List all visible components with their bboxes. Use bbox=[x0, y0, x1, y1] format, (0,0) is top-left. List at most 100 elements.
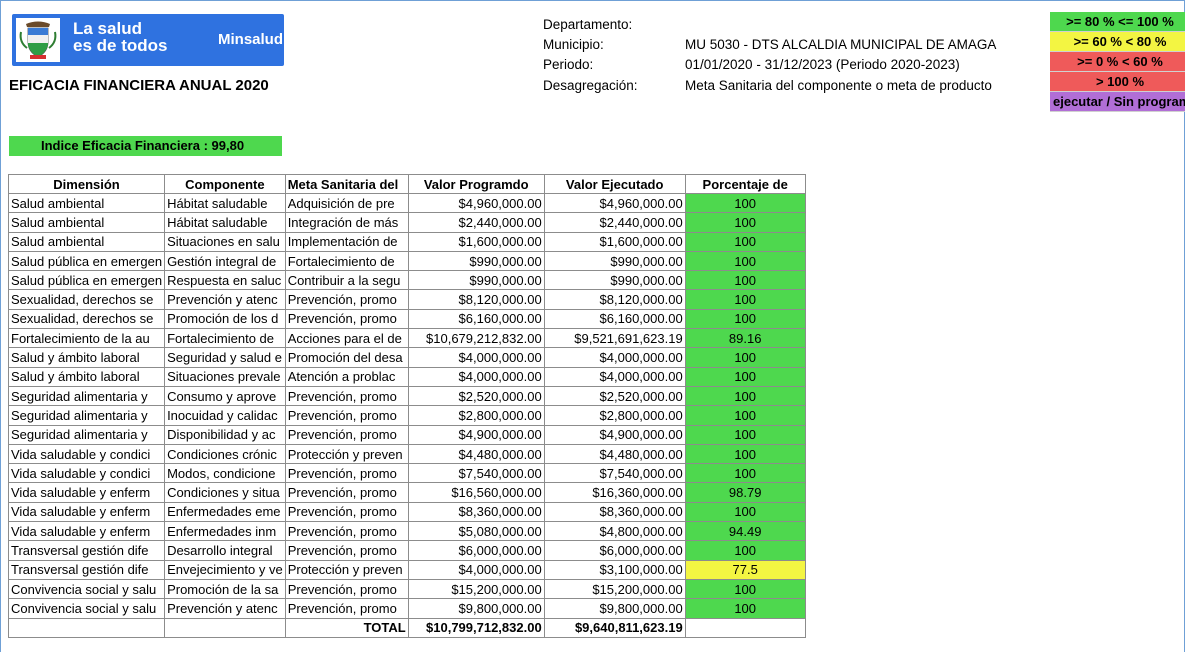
cell-componente: Respuesta en saluc bbox=[164, 270, 286, 291]
cell-componente: Situaciones prevale bbox=[164, 366, 286, 387]
cell-meta: Adquisición de pre bbox=[284, 192, 409, 214]
cell-valor-ejecutado: $6,000,000.00 bbox=[543, 540, 686, 561]
cell-componente: Desarrollo integral bbox=[164, 540, 286, 561]
cell-meta: Prevención, promo bbox=[284, 501, 409, 523]
cell-valor-ejecutado: $9,800,000.00 bbox=[543, 598, 686, 619]
cell-meta: Prevención, promo bbox=[284, 405, 409, 426]
cell-dimension: Salud y ámbito laboral bbox=[7, 366, 166, 387]
cell-meta: Acciones para el de bbox=[284, 328, 409, 349]
cell-componente: Disponibilidad y ac bbox=[164, 424, 286, 445]
total-empty-2 bbox=[164, 617, 286, 638]
cell-valor-programado: $4,000,000.00 bbox=[407, 347, 545, 368]
cell-meta: Prevención, promo bbox=[284, 424, 409, 445]
cell-porcentaje: 100 bbox=[684, 366, 806, 387]
cell-valor-ejecutado: $2,440,000.00 bbox=[543, 212, 686, 233]
cell-meta: Atención a problac bbox=[284, 366, 409, 387]
cell-valor-programado: $7,540,000.00 bbox=[407, 463, 545, 484]
colombia-coat-of-arms-icon bbox=[16, 18, 60, 62]
cell-dimension: Salud ambiental bbox=[7, 212, 166, 233]
cell-meta: Integración de más bbox=[284, 212, 409, 233]
cell-porcentaje: 100 bbox=[684, 540, 806, 561]
cell-valor-programado: $10,679,212,832.00 bbox=[407, 328, 545, 349]
cell-meta: Protección y preven bbox=[284, 443, 409, 465]
cell-valor-ejecutado: $7,540,000.00 bbox=[543, 463, 686, 484]
cell-valor-ejecutado: $3,100,000.00 bbox=[543, 559, 686, 580]
cell-dimension: Convivencia social y salu bbox=[7, 578, 166, 600]
table-row: Vida saludable y enferm Condiciones y sit… bbox=[7, 482, 806, 503]
cell-valor-programado: $4,480,000.00 bbox=[407, 443, 545, 465]
cell-dimension: Salud pública en emergen bbox=[7, 270, 166, 291]
cell-dimension: Sexualidad, derechos se bbox=[7, 308, 166, 330]
cell-meta: Prevención, promo bbox=[284, 598, 409, 619]
cell-valor-ejecutado: $4,480,000.00 bbox=[543, 443, 686, 465]
table-row: Salud pública en emergen Gestión integral… bbox=[7, 250, 806, 272]
cell-valor-ejecutado: $990,000.00 bbox=[543, 250, 686, 272]
cell-valor-ejecutado: $4,000,000.00 bbox=[543, 366, 686, 387]
cell-valor-programado: $5,080,000.00 bbox=[407, 521, 545, 542]
municipio-value: MU 5030 - DTS ALCALDIA MUNICIPAL DE AMAG… bbox=[685, 37, 997, 52]
cell-valor-ejecutado: $4,900,000.00 bbox=[543, 424, 686, 445]
cell-dimension: Vida saludable y enferm bbox=[7, 482, 166, 503]
brand-tagline: La salud es de todos bbox=[73, 20, 167, 54]
cell-dimension: Seguridad alimentaria y bbox=[7, 385, 166, 407]
cell-porcentaje: 98.79 bbox=[684, 482, 806, 503]
cell-meta: Promoción del desa bbox=[284, 347, 409, 368]
cell-valor-ejecutado: $8,360,000.00 bbox=[543, 501, 686, 523]
cell-valor-programado: $4,900,000.00 bbox=[407, 424, 545, 445]
brand-name: Minsalud bbox=[218, 31, 284, 48]
cell-porcentaje: 100 bbox=[684, 347, 806, 368]
table-row: Seguridad alimentaria y Consumo y aprove P… bbox=[7, 385, 806, 407]
municipio-label: Municipio: bbox=[543, 37, 604, 52]
cell-meta: Fortalecimiento de bbox=[284, 250, 409, 272]
cell-valor-ejecutado: $8,120,000.00 bbox=[543, 289, 686, 310]
cell-porcentaje: 100 bbox=[684, 598, 806, 619]
cell-dimension: Salud y ámbito laboral bbox=[7, 347, 166, 368]
cell-porcentaje: 100 bbox=[684, 250, 806, 272]
cell-meta: Protección y preven bbox=[284, 559, 409, 580]
cell-valor-programado: $990,000.00 bbox=[407, 250, 545, 272]
cell-dimension: Transversal gestión dife bbox=[7, 559, 166, 580]
cell-porcentaje: 100 bbox=[684, 212, 806, 233]
cell-valor-programado: $4,960,000.00 bbox=[407, 192, 545, 214]
table-total-row: TOTAL $10,799,712,832.00 $9,640,811,623.… bbox=[7, 617, 806, 638]
color-legend: >= 80 % <= 100 % >= 60 % < 80 % >= 0 % <… bbox=[1050, 12, 1185, 112]
cell-valor-programado: $1,600,000.00 bbox=[407, 231, 545, 252]
table-row: Salud y ámbito laboral Seguridad y salud … bbox=[7, 347, 806, 368]
table-row: Vida saludable y enferm Enfermedades eme P… bbox=[7, 501, 806, 523]
cell-porcentaje: 100 bbox=[684, 385, 806, 407]
cell-dimension: Vida saludable y enferm bbox=[7, 501, 166, 523]
total-empty-3 bbox=[684, 617, 806, 638]
efficacy-table: Dimensión Componente Meta Sanitaria del … bbox=[7, 174, 806, 638]
desagregacion-value: Meta Sanitaria del componente o meta de … bbox=[685, 78, 992, 93]
cell-valor-ejecutado: $6,160,000.00 bbox=[543, 308, 686, 330]
page-title: EFICACIA FINANCIERA ANUAL 2020 bbox=[9, 77, 269, 94]
cell-porcentaje: 100 bbox=[684, 231, 806, 252]
col-header-valor-programado: Valor Programdo bbox=[407, 174, 545, 194]
cell-componente: Seguridad y salud e bbox=[164, 347, 286, 368]
col-header-valor-ejecutado: Valor Ejecutado bbox=[543, 174, 686, 194]
cell-porcentaje: 100 bbox=[684, 463, 806, 484]
cell-valor-ejecutado: $4,000,000.00 bbox=[543, 347, 686, 368]
cell-meta: Prevención, promo bbox=[284, 463, 409, 484]
cell-valor-ejecutado: $1,600,000.00 bbox=[543, 231, 686, 252]
desagregacion-label: Desagregación: bbox=[543, 78, 638, 93]
cell-meta: Prevención, promo bbox=[284, 578, 409, 600]
cell-dimension: Vida saludable y condici bbox=[7, 463, 166, 484]
total-label: TOTAL bbox=[284, 617, 409, 638]
cell-dimension: Convivencia social y salu bbox=[7, 598, 166, 619]
cell-porcentaje: 100 bbox=[684, 405, 806, 426]
table-row: Salud ambiental Situaciones en salu Implem… bbox=[7, 231, 806, 252]
table-row: Vida saludable y condici Condiciones crón… bbox=[7, 443, 806, 465]
legend-item-red-low: >= 0 % < 60 % bbox=[1050, 52, 1185, 72]
cell-dimension: Seguridad alimentaria y bbox=[7, 405, 166, 426]
cell-componente: Situaciones en salu bbox=[164, 231, 286, 252]
cell-porcentaje: 100 bbox=[684, 501, 806, 523]
cell-meta: Prevención, promo bbox=[284, 482, 409, 503]
cell-componente: Envejecimiento y ve bbox=[164, 559, 286, 580]
col-header-meta: Meta Sanitaria del bbox=[284, 174, 409, 194]
table-row: Convivencia social y salu Promoción de la… bbox=[7, 578, 806, 600]
cell-componente: Prevención y atenc bbox=[164, 289, 286, 310]
cell-valor-programado: $16,560,000.00 bbox=[407, 482, 545, 503]
cell-componente: Enfermedades inm bbox=[164, 521, 286, 542]
cell-valor-programado: $15,200,000.00 bbox=[407, 578, 545, 600]
